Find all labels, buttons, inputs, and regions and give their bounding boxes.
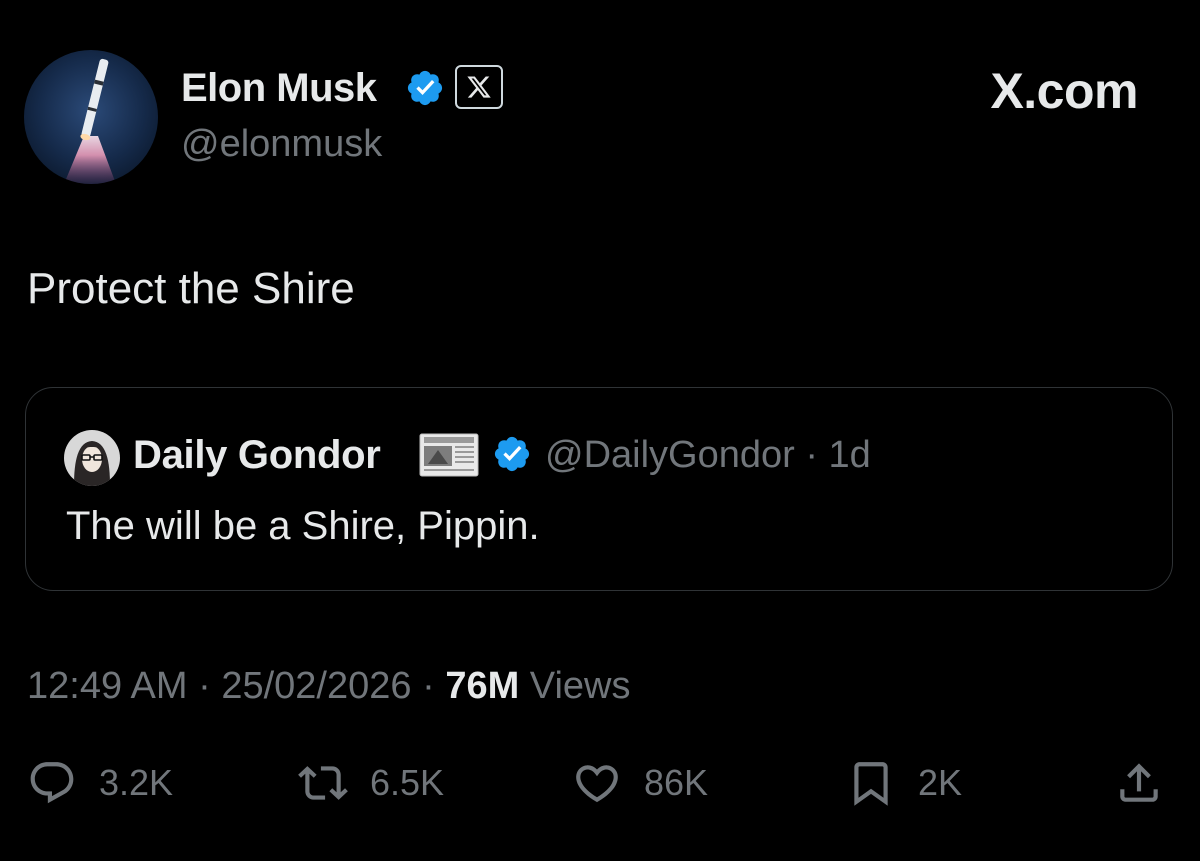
bookmark-count: 2K	[918, 762, 963, 803]
quote-author-avatar[interactable]	[64, 430, 120, 486]
author-handle[interactable]: @elonmusk	[181, 121, 382, 167]
quote-tweet-text: The will be a Shire, Pippin.	[66, 504, 540, 548]
quote-verified-badge-icon[interactable]	[492, 434, 532, 474]
quote-tweet-card[interactable]: Daily Gondor @DailyGondor · 1d The will …	[25, 387, 1173, 591]
tweet-text: Protect the Shire	[27, 264, 355, 313]
bookmark-icon	[854, 762, 888, 806]
bookmark-button[interactable]: 2K	[846, 757, 962, 809]
rocket-avatar-image	[24, 50, 158, 184]
like-button[interactable]: 86K	[572, 757, 708, 809]
reply-icon	[30, 762, 74, 804]
portrait-avatar-image	[64, 430, 120, 486]
repost-icon	[298, 766, 348, 800]
tweet-metadata: 12:49 AM · 25/02/2026 · 76M Views	[27, 662, 630, 710]
tweet-date[interactable]: 25/02/2026	[221, 665, 411, 707]
reply-count: 3.2K	[99, 762, 174, 803]
tweet-time[interactable]: 12:49 AM	[27, 665, 188, 707]
meta-separator: ·	[411, 665, 446, 707]
heart-icon	[576, 765, 618, 803]
meta-separator: ·	[187, 665, 222, 707]
views-count[interactable]: 76M	[445, 665, 519, 707]
quote-author-handle-time[interactable]: @DailyGondor · 1d	[545, 431, 871, 479]
x-logo-icon[interactable]	[455, 65, 503, 109]
views-label: Views	[519, 665, 631, 707]
quote-author-name[interactable]: Daily Gondor	[133, 431, 381, 479]
share-icon	[1120, 763, 1158, 802]
verified-badge-icon[interactable]	[405, 68, 445, 108]
share-button[interactable]	[1114, 757, 1164, 809]
site-label: X.com	[990, 63, 1138, 119]
author-name[interactable]: Elon Musk	[181, 64, 377, 112]
reply-button[interactable]: 3.2K	[27, 757, 173, 809]
repost-count: 6.5K	[370, 762, 445, 803]
author-avatar[interactable]	[24, 50, 158, 184]
newspaper-icon	[419, 433, 479, 477]
like-count: 86K	[644, 762, 709, 803]
repost-button[interactable]: 6.5K	[298, 757, 444, 809]
